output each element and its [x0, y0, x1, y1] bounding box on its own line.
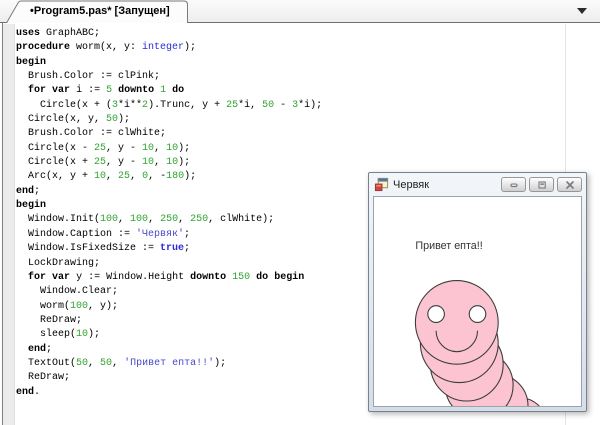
breakpoint-gutter[interactable]	[3, 24, 15, 425]
code-line: Brush.Color := clWhite;	[16, 127, 322, 141]
caption-buttons	[501, 177, 582, 192]
code-line: for var i := 5 downto 1 do	[16, 84, 322, 98]
graph-window-title: Червяк	[393, 179, 501, 191]
code-line: Arc(x, y + 10, 25, 0, -180);	[16, 170, 322, 184]
code-line: Window.Init(100, 100, 250, 250, clWhite)…	[16, 213, 322, 227]
code-line: Circle(x + (3*i**2).Trunc, y + 25*i, 50 …	[16, 99, 322, 113]
code-line: for var y := Window.Height downto 150 do…	[16, 271, 322, 285]
graph-canvas: Привет епта!!	[373, 196, 582, 407]
code-line: ReDraw;	[16, 371, 322, 385]
minimize-button[interactable]	[501, 177, 526, 192]
code-editor[interactable]: uses GraphABC;procedure worm(x, y: integ…	[16, 27, 322, 400]
code-line: Window.Clear;	[16, 285, 322, 299]
close-button[interactable]	[557, 177, 582, 192]
code-line: sleep(10);	[16, 328, 322, 342]
code-line: Window.Caption := 'Червяк';	[16, 228, 322, 242]
code-line: worm(100, y);	[16, 300, 322, 314]
code-line: end;	[16, 185, 322, 199]
editor-tab-bar: •Program5.pas* [Запущен]	[0, 0, 600, 23]
canvas-greeting-text: Привет епта!!	[415, 240, 482, 252]
code-line: ReDraw;	[16, 314, 322, 328]
code-line: begin	[16, 199, 322, 213]
graph-window: Червяк Привет епта!!	[368, 172, 587, 412]
minimize-icon	[509, 181, 519, 189]
code-line: Circle(x, y, 50);	[16, 113, 322, 127]
tab-list-dropdown-icon[interactable]	[577, 8, 587, 14]
maximize-button[interactable]	[529, 177, 554, 192]
code-line: Circle(x + 25, y - 10, 10);	[16, 156, 322, 170]
code-line: Circle(x - 25, y - 10, 10);	[16, 142, 322, 156]
code-line: uses GraphABC;	[16, 27, 322, 41]
tab-label: •Program5.pas* [Запущен]	[30, 5, 170, 17]
code-line: end.	[16, 386, 322, 400]
winforms-app-icon[interactable]	[374, 177, 389, 192]
tab-program5[interactable]: •Program5.pas* [Запущен]	[6, 0, 190, 23]
code-line: Window.IsFixedSize := true;	[16, 242, 322, 256]
code-line: Brush.Color := clPink;	[16, 70, 322, 84]
code-line: end;	[16, 343, 322, 357]
graph-window-titlebar[interactable]: Червяк	[369, 173, 586, 196]
code-line: procedure worm(x, y: integer);	[16, 41, 322, 55]
code-line: begin	[16, 56, 322, 70]
close-icon	[565, 181, 575, 189]
code-line: TextOut(50, 50, 'Привет епта!!');	[16, 357, 322, 371]
maximize-icon	[537, 181, 547, 189]
code-line: LockDrawing;	[16, 257, 322, 271]
